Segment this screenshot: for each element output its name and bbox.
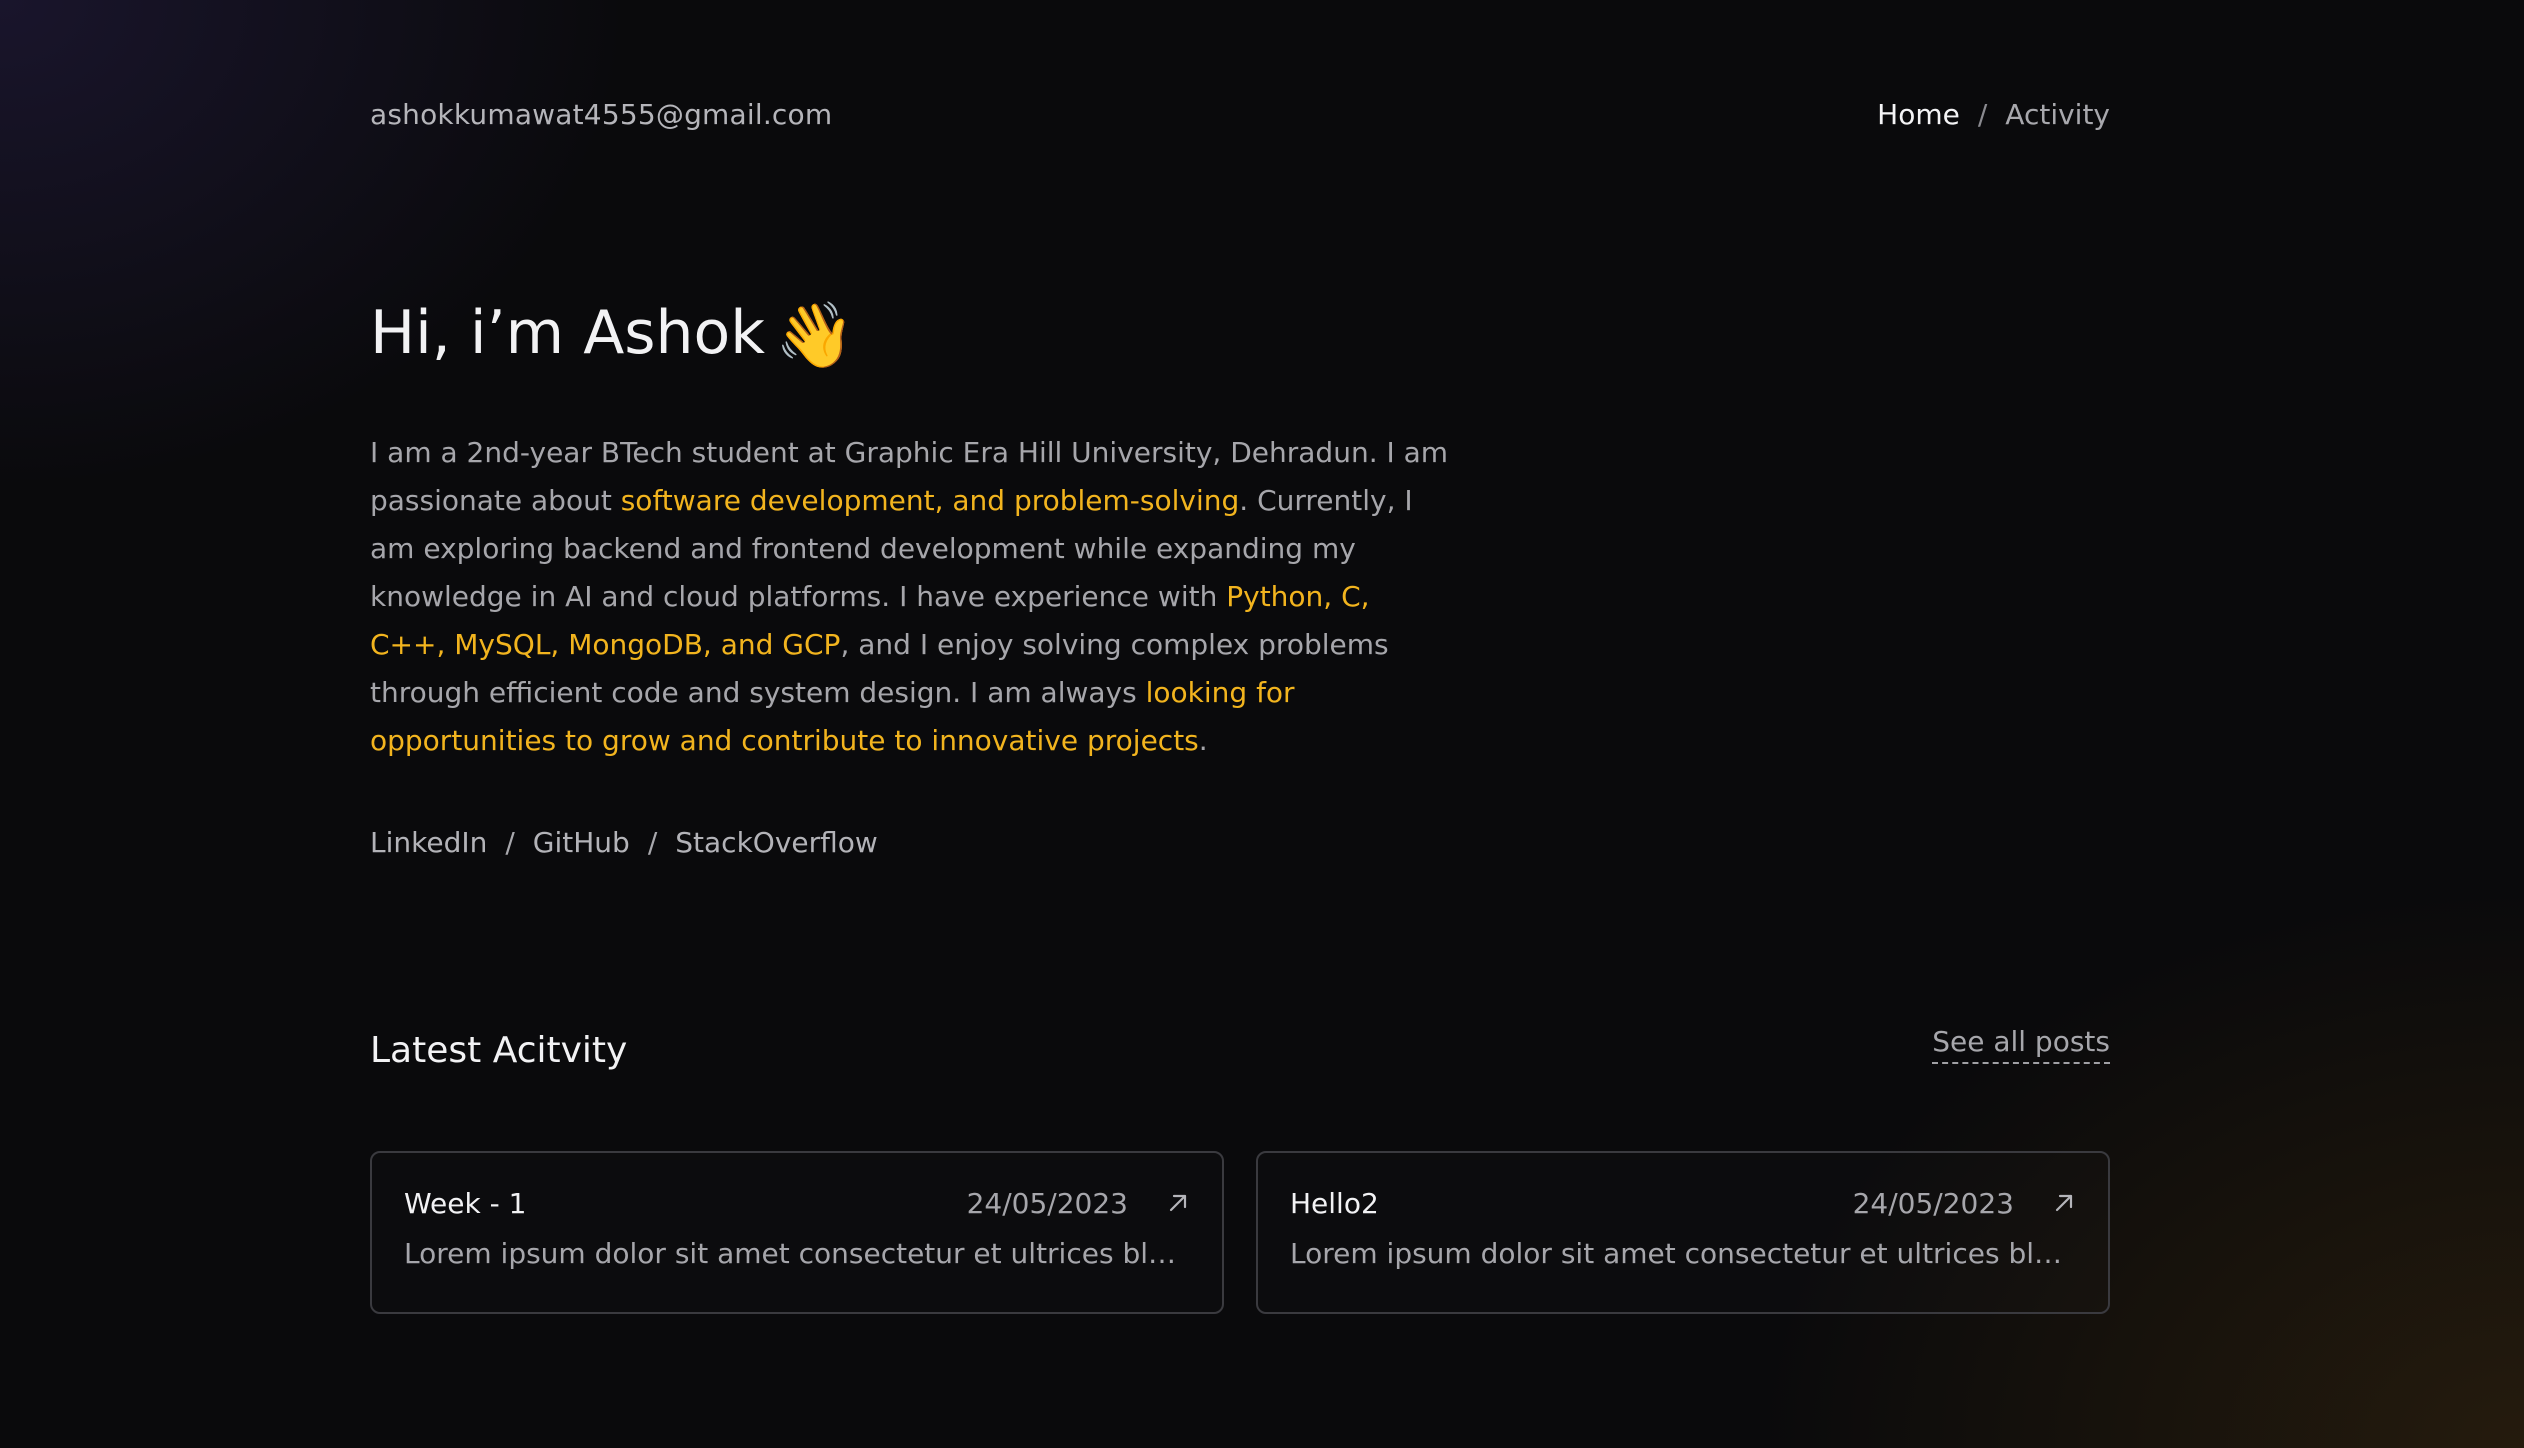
nav-separator: / bbox=[1977, 97, 1988, 131]
site-header: ashokkumawat4555@gmail.com Home / Activi… bbox=[370, 90, 2110, 138]
arrow-up-right-icon[interactable] bbox=[1166, 1191, 1190, 1215]
activity-cards: Week - 1 24/05/2023 Lorem ipsum dolor si… bbox=[370, 1151, 2110, 1314]
card-meta: 24/05/2023 bbox=[1853, 1187, 2076, 1220]
arrow-up-right-icon[interactable] bbox=[2052, 1191, 2076, 1215]
social-separator: / bbox=[505, 826, 515, 859]
card-title: Week - 1 bbox=[404, 1186, 527, 1220]
nav-home-link[interactable]: Home bbox=[1877, 98, 1960, 131]
social-links: LinkedIn / GitHub / StackOverflow bbox=[370, 826, 878, 859]
card-meta: 24/05/2023 bbox=[967, 1187, 1190, 1220]
top-nav: Home / Activity bbox=[1877, 98, 2110, 131]
activity-section-header: Latest Acitvity See all posts bbox=[370, 1025, 2110, 1071]
stackoverflow-link[interactable]: StackOverflow bbox=[675, 826, 878, 859]
card-excerpt: Lorem ipsum dolor sit amet consectetur e… bbox=[404, 1237, 1190, 1270]
nav-activity-link[interactable]: Activity bbox=[2005, 98, 2110, 131]
card-date: 24/05/2023 bbox=[966, 1186, 1128, 1220]
social-separator: / bbox=[647, 826, 658, 859]
linkedin-link[interactable]: LinkedIn bbox=[370, 826, 487, 859]
github-link[interactable]: GitHub bbox=[533, 826, 630, 859]
section-title: Latest Acitvity bbox=[370, 1030, 628, 1071]
card-title: Hello2 bbox=[1290, 1186, 1379, 1220]
activity-card[interactable]: Hello2 24/05/2023 Lorem ipsum dolor sit … bbox=[1256, 1151, 2110, 1314]
bio-highlight-skills: software development, and problem-solvin… bbox=[620, 484, 1240, 517]
bio-paragraph: I am a 2nd-year BTech student at Graphic… bbox=[370, 429, 1450, 765]
activity-card[interactable]: Week - 1 24/05/2023 Lorem ipsum dolor si… bbox=[370, 1151, 1224, 1314]
hero-greeting: Hi, i’m Ashok 👋 bbox=[370, 288, 855, 381]
card-header: Week - 1 24/05/2023 bbox=[404, 1183, 1190, 1223]
card-excerpt: Lorem ipsum dolor sit amet consectetur e… bbox=[1290, 1237, 2076, 1270]
bio-text: . bbox=[1198, 724, 1208, 757]
card-date: 24/05/2023 bbox=[1852, 1186, 2014, 1220]
card-header: Hello2 24/05/2023 bbox=[1290, 1183, 2076, 1223]
see-all-posts-link[interactable]: See all posts bbox=[1932, 1025, 2110, 1064]
email-link[interactable]: ashokkumawat4555@gmail.com bbox=[370, 98, 832, 131]
greeting-text: Hi, i’m Ashok bbox=[370, 298, 765, 368]
waving-hand-icon: 👋 bbox=[774, 299, 855, 373]
page-container: ashokkumawat4555@gmail.com Home / Activi… bbox=[370, 0, 2110, 1448]
